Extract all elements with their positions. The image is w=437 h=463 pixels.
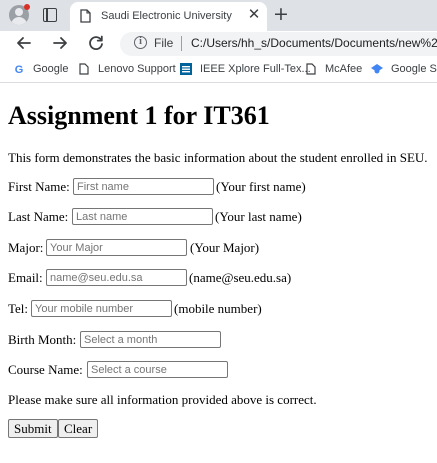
tab-strip: Saudi Electronic University ✕ +: [0, 0, 437, 31]
bookmark-label: Lenovo Support: [98, 63, 176, 75]
intro-text: This form demonstrates the basic informa…: [8, 150, 428, 165]
navigation-toolbar: i File C:/Users/hh_s/Documents/Documents…: [0, 31, 437, 56]
last-name-input[interactable]: [72, 208, 213, 225]
new-tab-icon[interactable]: +: [272, 5, 290, 24]
bookmark-label: Google Sc: [391, 63, 437, 75]
page-title: Assignment 1 for IT361: [8, 101, 270, 130]
last-name-label: Last Name:: [8, 209, 69, 224]
info-icon[interactable]: i: [134, 36, 147, 49]
confirmation-note: Please make sure all information provide…: [8, 392, 317, 407]
google-scholar-icon: [371, 64, 383, 74]
address-scheme-label: File: [154, 36, 174, 50]
google-icon: G: [15, 64, 24, 75]
address-url[interactable]: C:/Users/hh_s/Documents/Documents/new%20…: [191, 36, 437, 50]
bookmark-label: IEEE Xplore Full-Tex...: [200, 63, 311, 75]
birth-month-input[interactable]: [80, 331, 221, 348]
tab-title: Saudi Electronic University: [101, 10, 232, 22]
clear-button[interactable]: Clear: [58, 419, 99, 438]
reload-icon[interactable]: [85, 32, 107, 54]
profile-notification-badge: [24, 4, 30, 10]
first-name-input[interactable]: [73, 178, 214, 195]
birth-month-label: Birth Month:: [8, 332, 77, 347]
tel-input[interactable]: [31, 300, 172, 317]
tab-actions-bar: [46, 9, 48, 21]
submit-button[interactable]: Submit: [8, 419, 58, 438]
close-icon[interactable]: ✕: [247, 7, 261, 22]
tab-actions-icon[interactable]: [42, 7, 58, 23]
first-name-hint: (Your first name): [216, 179, 306, 194]
email-input[interactable]: [46, 269, 187, 286]
profile-head: [15, 8, 23, 16]
major-label: Major:: [8, 240, 44, 255]
bookmark-label: McAfee: [325, 63, 363, 75]
course-name-label: Course Name:: [8, 362, 83, 377]
tel-label: Tel:: [8, 301, 29, 316]
major-input[interactable]: [46, 239, 187, 256]
back-icon[interactable]: [13, 32, 35, 54]
major-hint: (Your Major): [190, 240, 260, 255]
profile-body: [11, 17, 27, 25]
last-name-hint: (Your last name): [215, 209, 302, 224]
email-hint: (name@seu.edu.sa): [189, 270, 292, 285]
forward-icon[interactable]: [49, 32, 71, 54]
bookmark-label: Google: [33, 63, 69, 75]
active-tab[interactable]: Saudi Electronic University ✕: [70, 2, 267, 31]
email-label: Email:: [8, 270, 43, 285]
address-separator: [181, 36, 182, 51]
tel-hint: (mobile number): [174, 301, 262, 316]
page-icon: [79, 63, 89, 75]
bookmarks-bar: G Google Lenovo Support IEEE Xplore Full…: [0, 57, 437, 83]
browser-chrome: Saudi Electronic University ✕ + i File C…: [0, 0, 437, 83]
ieee-icon: [180, 63, 192, 75]
course-name-input[interactable]: [87, 361, 228, 378]
first-name-label: First Name:: [8, 179, 70, 194]
page-icon: [306, 63, 316, 75]
page-icon: [80, 9, 91, 23]
svg-text:G: G: [15, 64, 24, 75]
address-bar[interactable]: i File C:/Users/hh_s/Documents/Documents…: [120, 32, 437, 56]
